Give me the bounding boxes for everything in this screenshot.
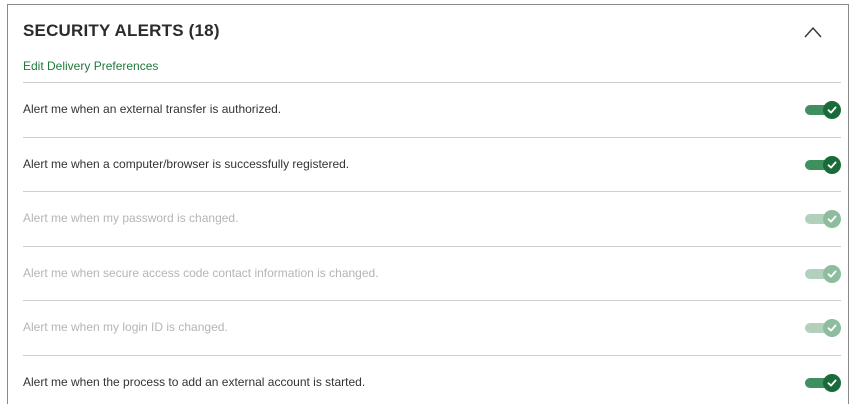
- alert-toggle[interactable]: [805, 101, 841, 119]
- alert-label: Alert me when an external transfer is au…: [23, 102, 281, 116]
- alert-row-secure-access-code: Alert me when secure access code contact…: [23, 246, 841, 301]
- alert-row-password-changed: Alert me when my password is changed.: [23, 191, 841, 246]
- toggle-knob: [823, 101, 841, 119]
- alert-row-computer-registered: Alert me when a computer/browser is succ…: [23, 137, 841, 192]
- check-icon: [827, 105, 837, 115]
- collapse-button[interactable]: [804, 25, 822, 37]
- toggle-knob: [823, 265, 841, 283]
- toggle-knob: [823, 374, 841, 392]
- edit-delivery-preferences-link[interactable]: Edit Delivery Preferences: [23, 59, 158, 73]
- check-icon: [827, 269, 837, 279]
- toggle-knob: [823, 319, 841, 337]
- alert-toggle: [805, 210, 841, 228]
- check-icon: [827, 323, 837, 333]
- alert-toggle: [805, 265, 841, 283]
- section-title: SECURITY ALERTS (18): [23, 21, 220, 41]
- alert-label: Alert me when a computer/browser is succ…: [23, 157, 349, 171]
- alert-toggle[interactable]: [805, 156, 841, 174]
- alert-label: Alert me when secure access code contact…: [23, 266, 379, 280]
- alert-toggle: [805, 319, 841, 337]
- alert-row-external-account-started: Alert me when the process to add an exte…: [23, 355, 841, 409]
- alert-label: Alert me when the process to add an exte…: [23, 375, 365, 389]
- check-icon: [827, 214, 837, 224]
- alert-toggle[interactable]: [805, 374, 841, 392]
- check-icon: [827, 378, 837, 388]
- check-icon: [827, 160, 837, 170]
- alert-row-external-transfer: Alert me when an external transfer is au…: [23, 82, 841, 137]
- alert-label: Alert me when my login ID is changed.: [23, 320, 228, 334]
- toggle-knob: [823, 210, 841, 228]
- panel-header: SECURITY ALERTS (18): [8, 5, 848, 57]
- toggle-knob: [823, 156, 841, 174]
- security-alerts-panel: SECURITY ALERTS (18) Edit Delivery Prefe…: [7, 4, 849, 404]
- alert-list: Alert me when an external transfer is au…: [23, 82, 841, 409]
- alert-label: Alert me when my password is changed.: [23, 211, 238, 225]
- alert-row-login-id-changed: Alert me when my login ID is changed.: [23, 300, 841, 355]
- chevron-up-icon: [804, 26, 822, 38]
